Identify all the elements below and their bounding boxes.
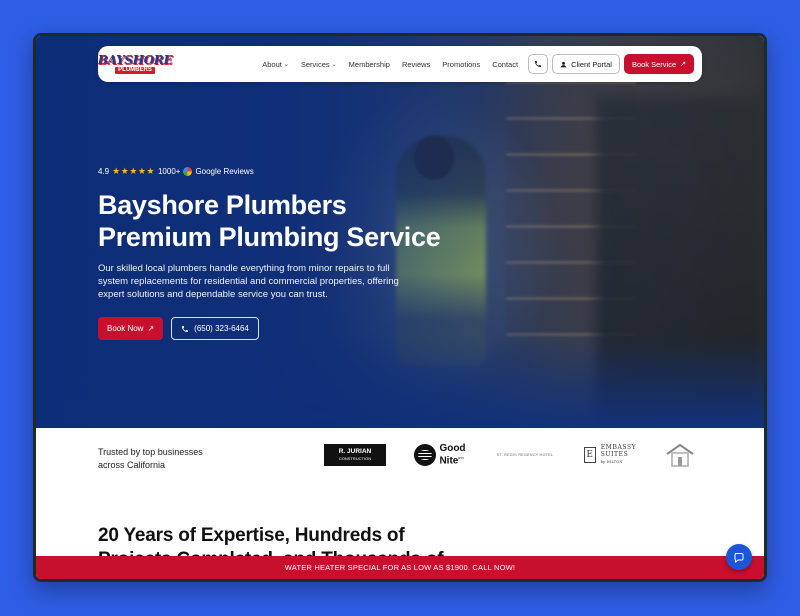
house-logo [662,443,698,467]
embassy-suites-logo: E EMBASSY SUITES by HILTON [579,444,641,466]
rating-value: 4.9 [98,167,110,176]
hero-subtext: Our skilled local plumbers handle everyt… [98,263,399,300]
nav-links: About ⌄ Services ⌄ Membership Reviews Pr… [256,54,694,74]
house-icon [666,443,694,467]
embassy-line3: by HILTON [600,460,623,464]
user-icon [560,61,567,67]
promo-banner[interactable]: WATER HEATER SPECIAL FOR AS LOW AS $1900… [36,556,764,579]
hero-headline-line1: Bayshore Plumbers [98,190,347,220]
embassy-letter-mark: E [583,447,596,463]
good-nite-wordmark: Good Niteinn [439,443,466,467]
nav-item-membership[interactable]: Membership [343,60,396,69]
nav-item-contact[interactable]: Contact [486,60,524,69]
promo-banner-text: WATER HEATER SPECIAL FOR AS LOW AS $1900… [284,563,516,572]
nav-item-services[interactable]: Services ⌄ [295,60,343,69]
book-now-button[interactable]: Book Now ↗ [98,317,164,340]
book-service-label: Book Service [631,59,677,69]
client-portal-label: Client Portal [571,59,612,69]
nav-item-label: Reviews [401,59,431,69]
good-nite-line2: Nite [439,455,459,467]
nav-item-about[interactable]: About ⌄ [256,60,295,69]
nav-item-promotions[interactable]: Promotions [436,60,486,69]
google-icon [183,167,193,176]
review-count: 1000+ [157,167,181,176]
good-nite-line1: Good [439,443,466,455]
nav-item-label: About [262,59,282,69]
top-navigation: BAYSHORE PLUMBERS About ⌄ Services ⌄ Mem… [98,46,702,82]
rating-row: 4.9 ★★★★★ 1000+ Google Reviews [98,166,440,177]
hero-cta-row: Book Now ↗ (650) 323-6464 [98,317,440,340]
rjurian-construction-logo: R. JURIAN CONSTRUCTION [324,444,386,466]
logo-line2: PLUMBERS [115,67,155,74]
hero-content: 4.9 ★★★★★ 1000+ Google Reviews Bayshore … [98,166,441,340]
chat-widget-button[interactable] [726,544,752,570]
browser-frame: 4.9 ★★★★★ 1000+ Google Reviews Bayshore … [33,33,767,582]
arrow-up-right-icon: ↗ [680,61,686,68]
bayshore-logo[interactable]: BAYSHORE PLUMBERS [98,53,173,75]
rjurian-line2: CONSTRUCTION [338,456,372,461]
embassy-wordmark: EMBASSY SUITES by HILTON [601,444,637,466]
chat-icon [734,553,744,563]
page-viewport: 4.9 ★★★★★ 1000+ Google Reviews Bayshore … [36,36,764,579]
chevron-down-icon: ⌄ [283,61,289,68]
phone-icon [182,325,189,332]
book-now-label: Book Now [107,324,144,333]
trusted-by-text: Trusted by top businesses across Califor… [98,447,203,470]
review-source: Google Reviews [195,167,254,176]
good-nite-suffix: inn [458,455,464,461]
nav-phone-button[interactable] [528,54,549,74]
call-phone-button[interactable]: (650) 323-6464 [171,317,259,340]
nav-item-label: Contact [492,59,519,69]
arrow-up-right-icon: ↗ [147,324,155,333]
book-service-button[interactable]: Book Service ↗ [623,54,694,74]
hero-section: 4.9 ★★★★★ 1000+ Google Reviews Bayshore … [36,36,764,428]
nav-item-label: Promotions [442,59,481,69]
client-portal-button[interactable]: Client Portal [552,54,620,74]
nav-item-label: Membership [348,59,390,69]
rjurian-line1: R. JURIAN [338,448,372,455]
regency-hotel-logo: ST. REGIS REGENCY HOTEL [494,444,556,466]
good-nite-emblem-icon [414,444,437,466]
good-nite-inn-logo: Good Niteinn [410,444,470,466]
nav-item-reviews[interactable]: Reviews [396,60,436,69]
trusted-by-strip: Trusted by top businesses across Califor… [36,428,764,488]
nav-item-label: Services [300,59,330,69]
chevron-down-icon: ⌄ [331,61,337,68]
hero-headline: Bayshore Plumbers Premium Plumbing Servi… [98,189,441,253]
phone-icon [535,61,542,67]
five-stars-icon: ★★★★★ [112,166,155,176]
embassy-line1: EMBASSY [600,444,637,451]
embassy-line2: SUITES [600,451,629,458]
regency-wordmark: ST. REGIS REGENCY HOTEL [496,453,554,457]
logo-line1: BAYSHORE [97,53,173,67]
hero-headline-line2: Premium Plumbing Service [98,222,441,252]
call-phone-label: (650) 323-6464 [194,324,249,333]
